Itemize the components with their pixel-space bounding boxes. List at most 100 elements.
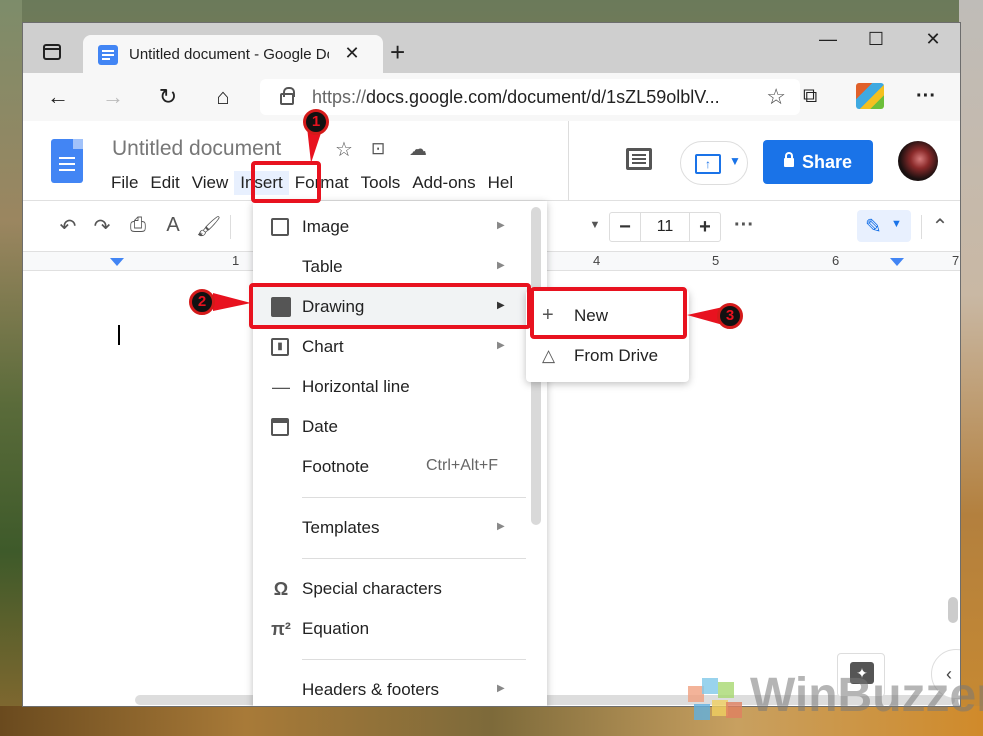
- highlight-new-item: [530, 287, 687, 339]
- docs-favicon-icon: [98, 45, 118, 65]
- chevron-down-icon: ▼: [891, 218, 902, 230]
- new-tab-button[interactable]: +: [390, 37, 405, 68]
- menu-item-label: Image: [302, 217, 350, 236]
- url-scheme: https://: [312, 87, 367, 107]
- menu-help[interactable]: Hel: [482, 171, 520, 195]
- menu-item-shortcut: Ctrl+Alt+F: [426, 457, 499, 474]
- tab-actions-icon[interactable]: [43, 44, 61, 60]
- ruler-number: 7: [952, 253, 960, 268]
- add-favorite-icon[interactable]: ☆: [766, 84, 786, 110]
- lock-icon[interactable]: [280, 87, 295, 105]
- tab-bar: Untitled document - Google Doc ✕ + — ☐ ✕: [23, 23, 960, 75]
- highlight-drawing-item: [249, 283, 531, 329]
- desktop-background-left: [0, 0, 22, 736]
- tab-title: Untitled document - Google Doc: [129, 46, 329, 63]
- pi-icon: π²: [271, 619, 291, 639]
- drive-icon: △: [542, 346, 556, 365]
- redo-icon[interactable]: ↷: [90, 214, 114, 239]
- tab-close-icon[interactable]: ✕: [341, 43, 363, 64]
- menu-item-label: Footnote: [302, 457, 370, 476]
- menu-item-label: Templates: [302, 518, 380, 537]
- cloud-saved-icon[interactable]: ☁: [409, 139, 427, 160]
- image-icon: [271, 218, 289, 236]
- font-size-value[interactable]: 11: [640, 213, 690, 241]
- more-tools-icon[interactable]: ···: [732, 214, 756, 237]
- font-size-stepper[interactable]: − 11 +: [609, 212, 721, 242]
- menu-item-headers-footers[interactable]: Headers & footers ▶: [253, 670, 547, 706]
- maximize-button[interactable]: ☐: [856, 29, 896, 50]
- navigation-bar: ← → ↻ ⌂ https://docs.google.com/document…: [23, 73, 960, 121]
- menu-item-label: Equation: [302, 619, 370, 638]
- pencil-icon: ✎: [865, 216, 882, 238]
- move-folder-icon[interactable]: ⊡: [371, 139, 385, 159]
- submenu-arrow-icon: ▶: [497, 683, 505, 694]
- account-avatar[interactable]: [898, 141, 938, 181]
- increase-font-size-button[interactable]: +: [690, 213, 720, 241]
- menu-item-date[interactable]: Date: [253, 407, 547, 447]
- spell-check-icon[interactable]: A: [161, 214, 185, 237]
- menu-add-ons[interactable]: Add-ons: [406, 171, 481, 195]
- step-badge-2: 2: [189, 289, 215, 315]
- menu-item-label: Special characters: [302, 579, 442, 598]
- menu-item-footnote[interactable]: Footnote Ctrl+Alt+F: [253, 447, 547, 487]
- comment-history-icon[interactable]: [626, 148, 652, 170]
- more-options-icon[interactable]: ···: [916, 85, 936, 108]
- watermark-text: WinBuzzer: [750, 669, 983, 722]
- docs-header: Untitled document ☆ ⊡ ☁ File Edit View I…: [23, 121, 960, 201]
- address-bar[interactable]: https://docs.google.com/document/d/1sZL5…: [260, 79, 800, 115]
- present-button[interactable]: ↑ ▼: [680, 141, 748, 185]
- decrease-font-size-button[interactable]: −: [610, 213, 640, 241]
- menu-file[interactable]: File: [105, 171, 144, 195]
- toolbar-separator: [230, 215, 231, 239]
- submenu-arrow-icon: ▶: [497, 521, 505, 532]
- address-url[interactable]: https://docs.google.com/document/d/1sZL5…: [312, 87, 720, 108]
- desktop-background-right: [959, 0, 983, 736]
- home-button[interactable]: ⌂: [208, 83, 238, 113]
- print-icon[interactable]: ⎙: [126, 214, 150, 237]
- submenu-item-from-drive[interactable]: △ From Drive: [526, 336, 689, 376]
- horizontal-line-icon: —: [272, 377, 290, 397]
- close-window-button[interactable]: ✕: [913, 29, 953, 50]
- header-divider: [568, 121, 569, 201]
- left-indent-marker[interactable]: [110, 258, 124, 266]
- refresh-button[interactable]: ↻: [153, 83, 183, 113]
- ruler-number: 1: [232, 253, 240, 268]
- menu-item-image[interactable]: Image ▶: [253, 207, 547, 247]
- document-title[interactable]: Untitled document: [112, 137, 281, 161]
- submenu-item-label: From Drive: [574, 346, 659, 365]
- paint-format-icon[interactable]: 🖌: [196, 214, 221, 239]
- extension-icon[interactable]: [856, 83, 884, 109]
- menu-item-horizontal-line[interactable]: — Horizontal line: [253, 367, 547, 407]
- menu-item-special-characters[interactable]: Ω Special characters: [253, 569, 547, 609]
- menu-item-label: Horizontal line: [302, 377, 410, 396]
- menu-item-templates[interactable]: Templates ▶: [253, 508, 547, 548]
- share-label: Share: [801, 152, 853, 172]
- watermark-logo-icon: [682, 672, 742, 727]
- menu-view[interactable]: View: [186, 171, 235, 195]
- collections-icon[interactable]: ⧉: [803, 85, 817, 108]
- menu-edit[interactable]: Edit: [144, 171, 185, 195]
- menu-item-equation[interactable]: π² Equation: [253, 609, 547, 649]
- tab-google-docs[interactable]: Untitled document - Google Doc ✕: [83, 35, 383, 75]
- hide-menus-chevron-up-icon[interactable]: ⌃: [928, 214, 952, 239]
- minimize-button[interactable]: —: [808, 29, 848, 50]
- menu-item-table[interactable]: Table ▶: [253, 247, 547, 287]
- star-icon[interactable]: ☆: [335, 137, 353, 162]
- menu-tools[interactable]: Tools: [355, 171, 407, 195]
- menu-item-label: Date: [302, 417, 338, 436]
- submenu-arrow-icon: ▶: [497, 220, 505, 231]
- right-indent-marker[interactable]: [890, 258, 904, 266]
- google-docs-logo[interactable]: [51, 139, 83, 183]
- share-button[interactable]: Share: [763, 140, 873, 184]
- menu-item-chart[interactable]: ▮ Chart ▶: [253, 327, 547, 367]
- menu-item-label: Table: [302, 257, 343, 276]
- undo-icon[interactable]: ↶: [56, 214, 80, 239]
- submenu-arrow-icon: ▶: [497, 340, 505, 351]
- back-button[interactable]: ←: [43, 83, 73, 113]
- editing-mode-button[interactable]: ✎ ▼: [857, 210, 911, 242]
- ruler-number: 5: [712, 253, 720, 268]
- font-dropdown-caret-icon[interactable]: ▼: [583, 219, 607, 231]
- vertical-scrollbar[interactable]: [948, 597, 958, 623]
- forward-button[interactable]: →: [98, 83, 128, 113]
- menu-item-label: Chart: [302, 337, 344, 356]
